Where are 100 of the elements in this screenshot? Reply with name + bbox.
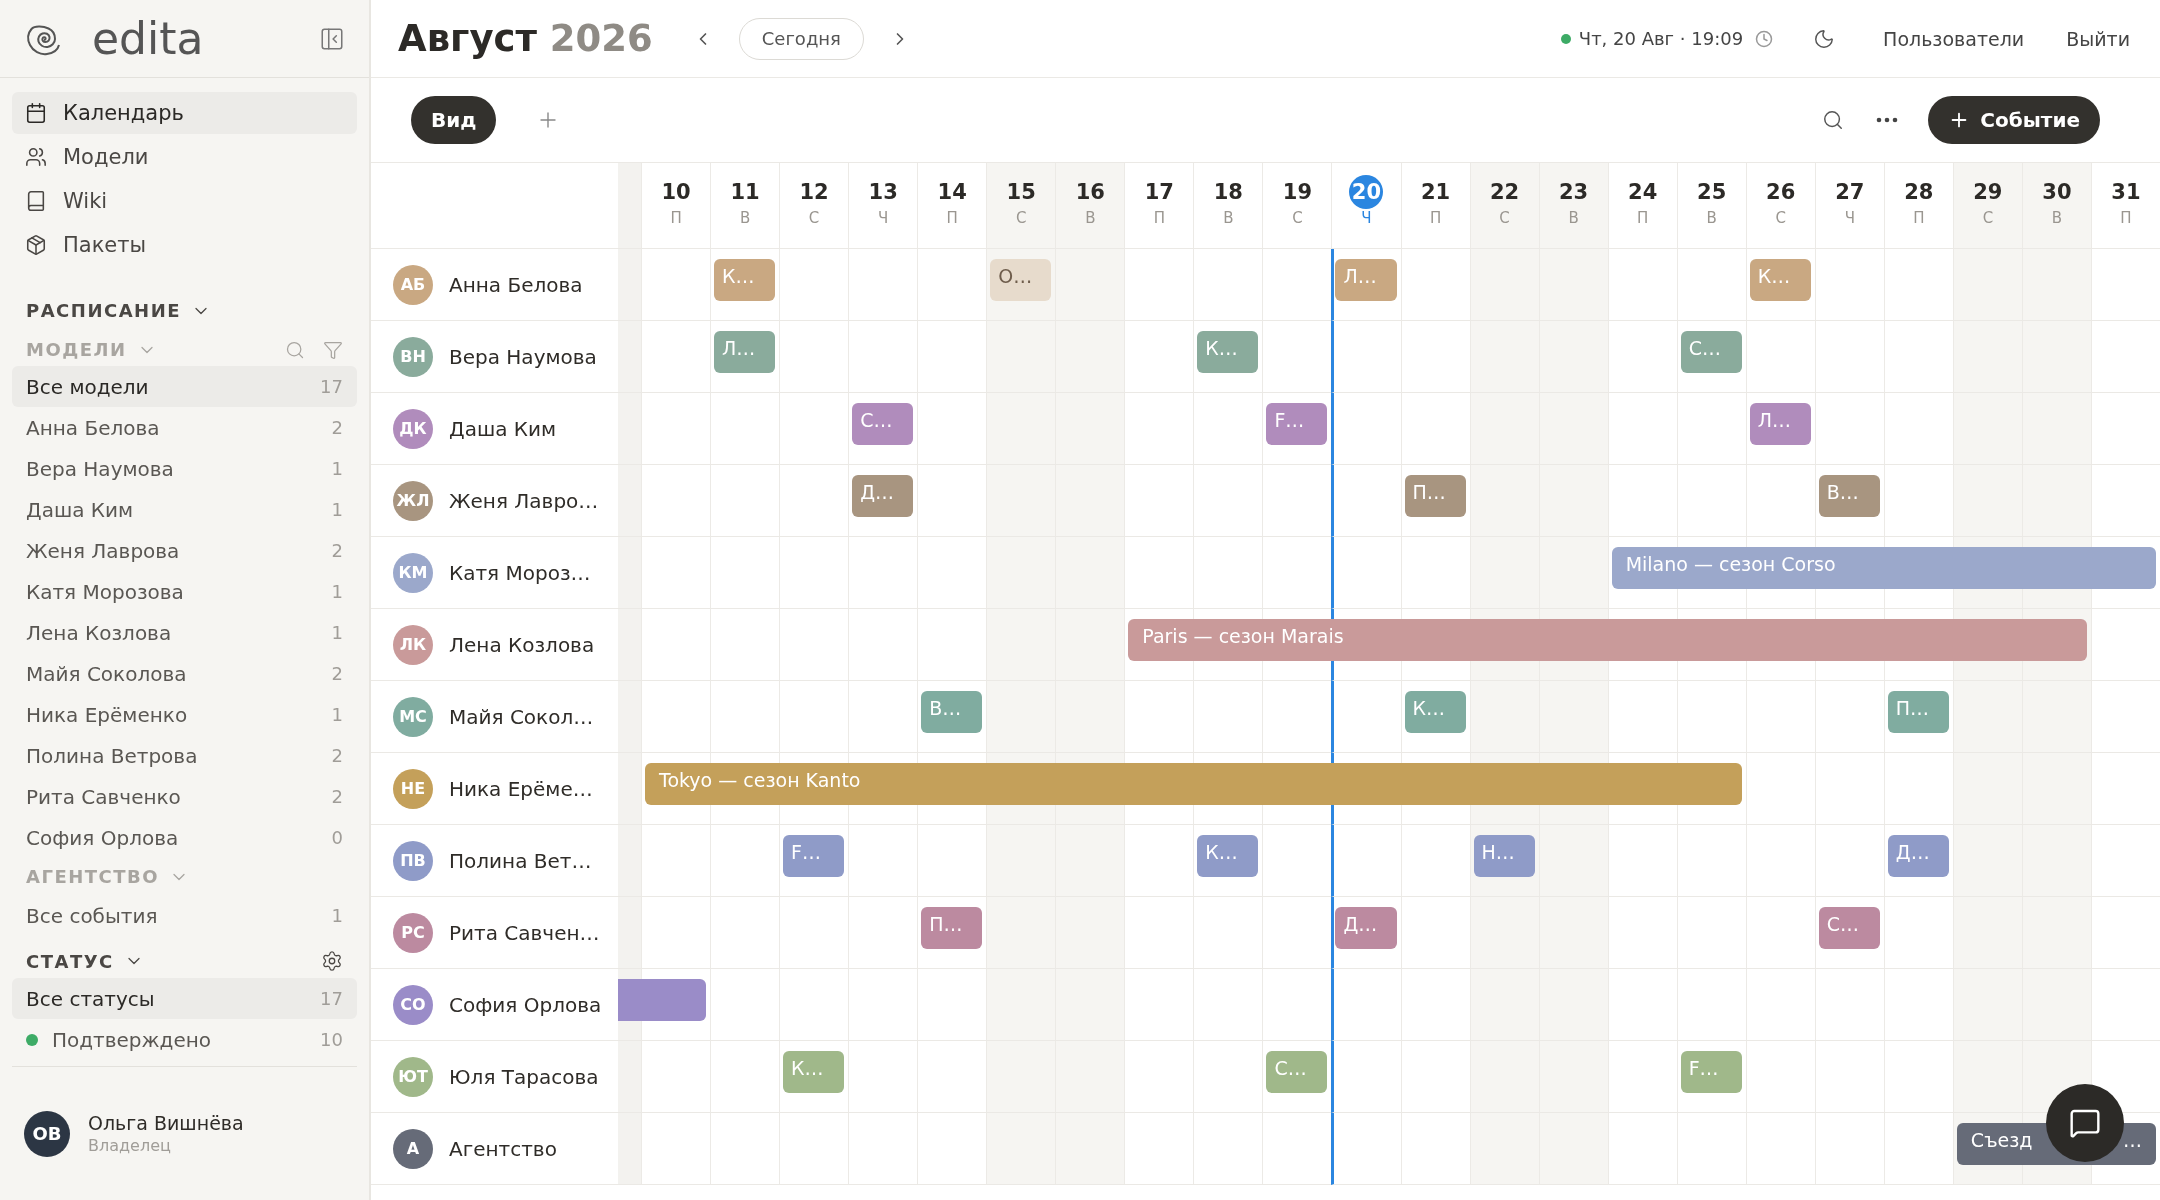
day-number: 20	[1349, 175, 1384, 209]
nav-label: Модели	[63, 145, 149, 169]
event-bar[interactable]: К…	[783, 1051, 845, 1093]
count: 1	[331, 704, 343, 725]
day-number: 31	[2110, 179, 2142, 206]
day-number: 24	[1627, 179, 1659, 206]
event-bar[interactable]: К…	[1197, 835, 1259, 877]
event-bar[interactable]: F…	[1680, 1051, 1742, 1093]
event-bar[interactable]: К…	[1749, 259, 1811, 301]
nav-label: Календарь	[63, 101, 184, 125]
event-bar[interactable]: К…	[1197, 331, 1259, 373]
event-bar[interactable]: О…	[990, 259, 1052, 301]
book-icon	[25, 190, 47, 212]
event-bar[interactable]: Д…	[1335, 907, 1397, 949]
status-filter-item[interactable]: Все статусы 17	[12, 978, 357, 1019]
avatar: СО	[393, 984, 433, 1025]
event-bar[interactable]: С…	[1266, 1051, 1328, 1093]
weekday-label: П	[946, 209, 958, 227]
event-bar[interactable]: П…	[921, 907, 983, 949]
event-bar[interactable]: Л…	[1749, 403, 1811, 445]
model-filter-item[interactable]: Майя Соколова 2	[12, 653, 357, 694]
weekday-label: С	[1016, 209, 1027, 227]
package-icon	[25, 234, 47, 256]
model-filter-item[interactable]: Рита Савченко 2	[12, 776, 357, 817]
header-link[interactable]: Выйти	[2066, 27, 2130, 50]
day-number: 18	[1212, 179, 1244, 206]
count: 17	[320, 376, 343, 397]
weekday-label: С	[1499, 209, 1510, 227]
model-filter-item[interactable]: Ника Ерёменко 1	[12, 694, 357, 735]
event-bar[interactable]: В…	[1818, 475, 1880, 517]
event-bar[interactable]: Д…	[852, 475, 914, 517]
event-bar[interactable]: Д…	[1887, 835, 1949, 877]
avatar: ВН	[393, 336, 433, 377]
event-bar[interactable]: Л…	[1335, 259, 1397, 301]
model-name: Анна Белова	[449, 272, 583, 297]
nav-item[interactable]: Пакеты	[12, 224, 357, 266]
event-bar[interactable]: F…	[1266, 403, 1328, 445]
day-number: 15	[1005, 179, 1037, 206]
avatar: ЖЛ	[393, 480, 433, 521]
count: 1	[331, 622, 343, 643]
weekday-label: Ч	[878, 209, 889, 227]
model-filter-item[interactable]: Лена Козлова 1	[12, 612, 357, 653]
weekday-label: П	[670, 209, 682, 227]
filter-icon[interactable]	[323, 339, 343, 360]
model-filter-item[interactable]: Даша Ким 1	[12, 489, 357, 530]
day-number: 29	[1972, 179, 2004, 206]
day-number: 27	[1834, 179, 1866, 206]
event-bar[interactable]: Milano — сезон Corso	[1611, 547, 2156, 589]
nav-item[interactable]: Модели	[12, 136, 357, 178]
new-event-button[interactable]: Событие	[1928, 96, 2100, 144]
event-bar[interactable]: С…	[852, 403, 914, 445]
model-filter-item[interactable]: Вера Наумова 1	[12, 448, 357, 489]
nav-item[interactable]: Wiki	[12, 180, 357, 222]
nav-item[interactable]: Календарь	[12, 92, 357, 134]
search-icon[interactable]	[285, 339, 305, 360]
agency-filter-item[interactable]: Все события 1	[12, 895, 357, 936]
today-button[interactable]: Сегодня	[738, 17, 864, 60]
day-number: 30	[2041, 179, 2073, 206]
event-bar[interactable]: П…	[1404, 475, 1466, 517]
ellipsis-icon	[1876, 117, 1899, 123]
event-bar[interactable]: Tokyo — сезон Kanto	[645, 763, 1742, 805]
event-bar[interactable]: Л…	[714, 331, 776, 373]
event-bar[interactable]: F…	[783, 835, 845, 877]
sidebar-toggle-icon[interactable]	[319, 25, 345, 52]
model-name: Вера Наумова	[449, 344, 597, 369]
settings-icon[interactable]	[321, 950, 343, 972]
model-filter-item[interactable]: Полина Ветрова 2	[12, 735, 357, 776]
event-bar[interactable]: С…	[1818, 907, 1880, 949]
weekday-label: В	[739, 209, 751, 227]
count: 1	[331, 499, 343, 520]
event-bar[interactable]: К…	[1404, 691, 1466, 733]
online-status-dot	[1560, 33, 1571, 44]
model-filter-item[interactable]: Анна Белова 2	[12, 407, 357, 448]
event-bar[interactable]: Н…	[1473, 835, 1535, 877]
model-filter-item[interactable]: Женя Лаврова 2	[12, 530, 357, 571]
weekday-label: Ч	[1361, 209, 1372, 227]
model-name: Рита Савчен…	[449, 920, 600, 945]
status-filter-item[interactable]: Подтверждено 10	[12, 1019, 357, 1060]
day-number: 26	[1765, 179, 1797, 206]
event-bar[interactable]: С…	[1680, 331, 1742, 373]
weekday-label: П	[1637, 209, 1649, 227]
event-bar[interactable]: П…	[1887, 691, 1949, 733]
weekday-label: С	[1292, 209, 1303, 227]
nav-label: Wiki	[63, 189, 108, 213]
avatar: ЮТ	[393, 1056, 433, 1097]
day-number: 23	[1557, 179, 1590, 206]
model-filter-item[interactable]: София Орлова 0	[12, 817, 357, 858]
model-name: Даша Ким	[449, 416, 557, 441]
weekday-label: В	[1085, 209, 1096, 227]
weekday-label: С	[1982, 209, 1994, 227]
event-bar[interactable]: К…	[714, 259, 776, 301]
view-button[interactable]: Вид	[411, 96, 497, 144]
model-filter-item[interactable]: Все модели 17	[12, 366, 357, 407]
model-filter-item[interactable]: Катя Морозова 1	[12, 571, 357, 612]
event-bar[interactable]: Paris — сезон Marais	[1128, 619, 2087, 661]
header-link[interactable]: Пользователи	[1883, 27, 2025, 50]
user-avatar[interactable]: ОВ	[24, 1110, 70, 1157]
logo-text: edita	[92, 13, 205, 64]
event-bar[interactable]: В…	[921, 691, 983, 733]
day-number: 25	[1696, 179, 1728, 206]
